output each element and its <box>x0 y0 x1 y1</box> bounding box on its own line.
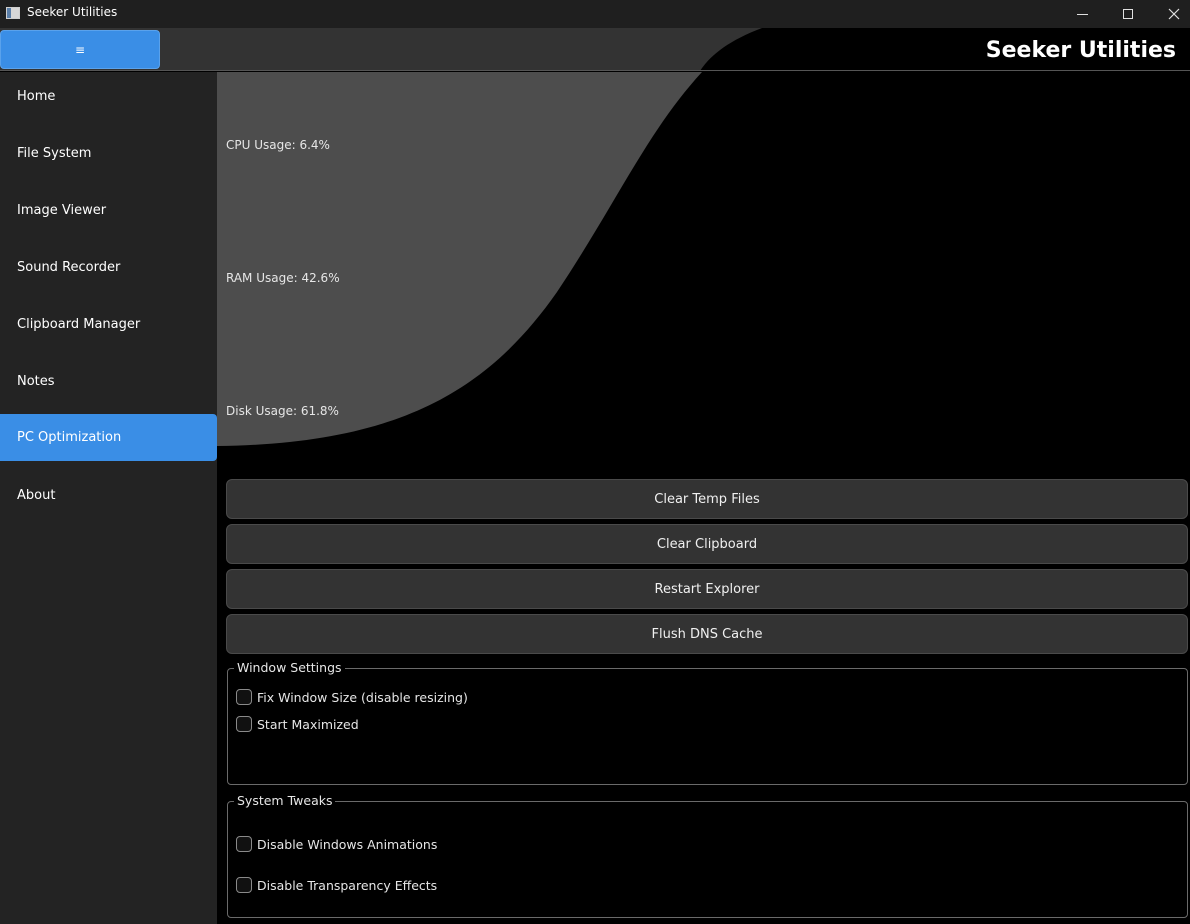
window-settings-title: Window Settings <box>234 660 345 675</box>
cpu-usage-label: CPU Usage: 6.4% <box>226 138 330 152</box>
window-title: Seeker Utilities <box>27 5 118 19</box>
ram-usage-label: RAM Usage: 42.6% <box>226 271 340 285</box>
disk-usage-label: Disk Usage: 61.8% <box>226 404 339 418</box>
restart-explorer-button[interactable]: Restart Explorer <box>226 569 1188 609</box>
minimize-button[interactable] <box>1059 0 1105 28</box>
sidebar-item-sound-recorder[interactable]: Sound Recorder <box>0 244 217 291</box>
checkbox-box[interactable] <box>236 689 252 705</box>
sidebar-item-notes[interactable]: Notes <box>0 358 217 405</box>
sidebar-item-image-viewer[interactable]: Image Viewer <box>0 187 217 234</box>
checkbox-label: Start Maximized <box>257 716 359 732</box>
window-settings-group: Window Settings Fix Window Size (disable… <box>227 660 1188 785</box>
maximize-button[interactable] <box>1105 0 1151 28</box>
checkbox-box[interactable] <box>236 877 252 893</box>
checkbox-box[interactable] <box>236 836 252 852</box>
disable-transparency-checkbox[interactable]: Disable Transparency Effects <box>236 877 437 893</box>
checkbox-label: Disable Transparency Effects <box>257 877 438 893</box>
sidebar-item-about[interactable]: About <box>0 472 217 519</box>
checkbox-label: Fix Window Size (disable resizing) <box>257 689 468 705</box>
checkbox-box[interactable] <box>236 716 252 732</box>
app-icon <box>6 7 20 19</box>
disable-animations-checkbox[interactable]: Disable Windows Animations <box>236 836 437 852</box>
clear-temp-files-button[interactable]: Clear Temp Files <box>226 479 1188 519</box>
title-bar: Seeker Utilities <box>0 0 1190 28</box>
maximize-icon <box>1123 9 1133 19</box>
checkbox-label: Disable Windows Animations <box>257 836 438 852</box>
minimize-icon <box>1076 13 1088 15</box>
sidebar: Home File System Image Viewer Sound Reco… <box>0 72 217 924</box>
app-heading: Seeker Utilities <box>985 38 1176 63</box>
sidebar-item-pc-optimization[interactable]: PC Optimization <box>0 414 217 461</box>
clear-clipboard-button[interactable]: Clear Clipboard <box>226 524 1188 564</box>
flush-dns-cache-button[interactable]: Flush DNS Cache <box>226 614 1188 654</box>
stats-wave-background <box>217 72 702 446</box>
sidebar-item-home[interactable]: Home <box>0 73 217 120</box>
start-maximized-checkbox[interactable]: Start Maximized <box>236 716 359 732</box>
system-tweaks-group: System Tweaks Disable Windows Animations… <box>227 793 1188 918</box>
app-header: ≡ Seeker Utilities <box>0 28 1190 71</box>
fix-window-size-checkbox[interactable]: Fix Window Size (disable resizing) <box>236 689 468 705</box>
main-content: CPU Usage: 6.4% RAM Usage: 42.6% Disk Us… <box>217 72 1190 924</box>
system-tweaks-title: System Tweaks <box>234 793 336 808</box>
sidebar-item-file-system[interactable]: File System <box>0 130 217 177</box>
close-button[interactable] <box>1151 0 1190 28</box>
close-icon <box>1168 8 1180 20</box>
sidebar-item-clipboard-manager[interactable]: Clipboard Manager <box>0 301 217 348</box>
